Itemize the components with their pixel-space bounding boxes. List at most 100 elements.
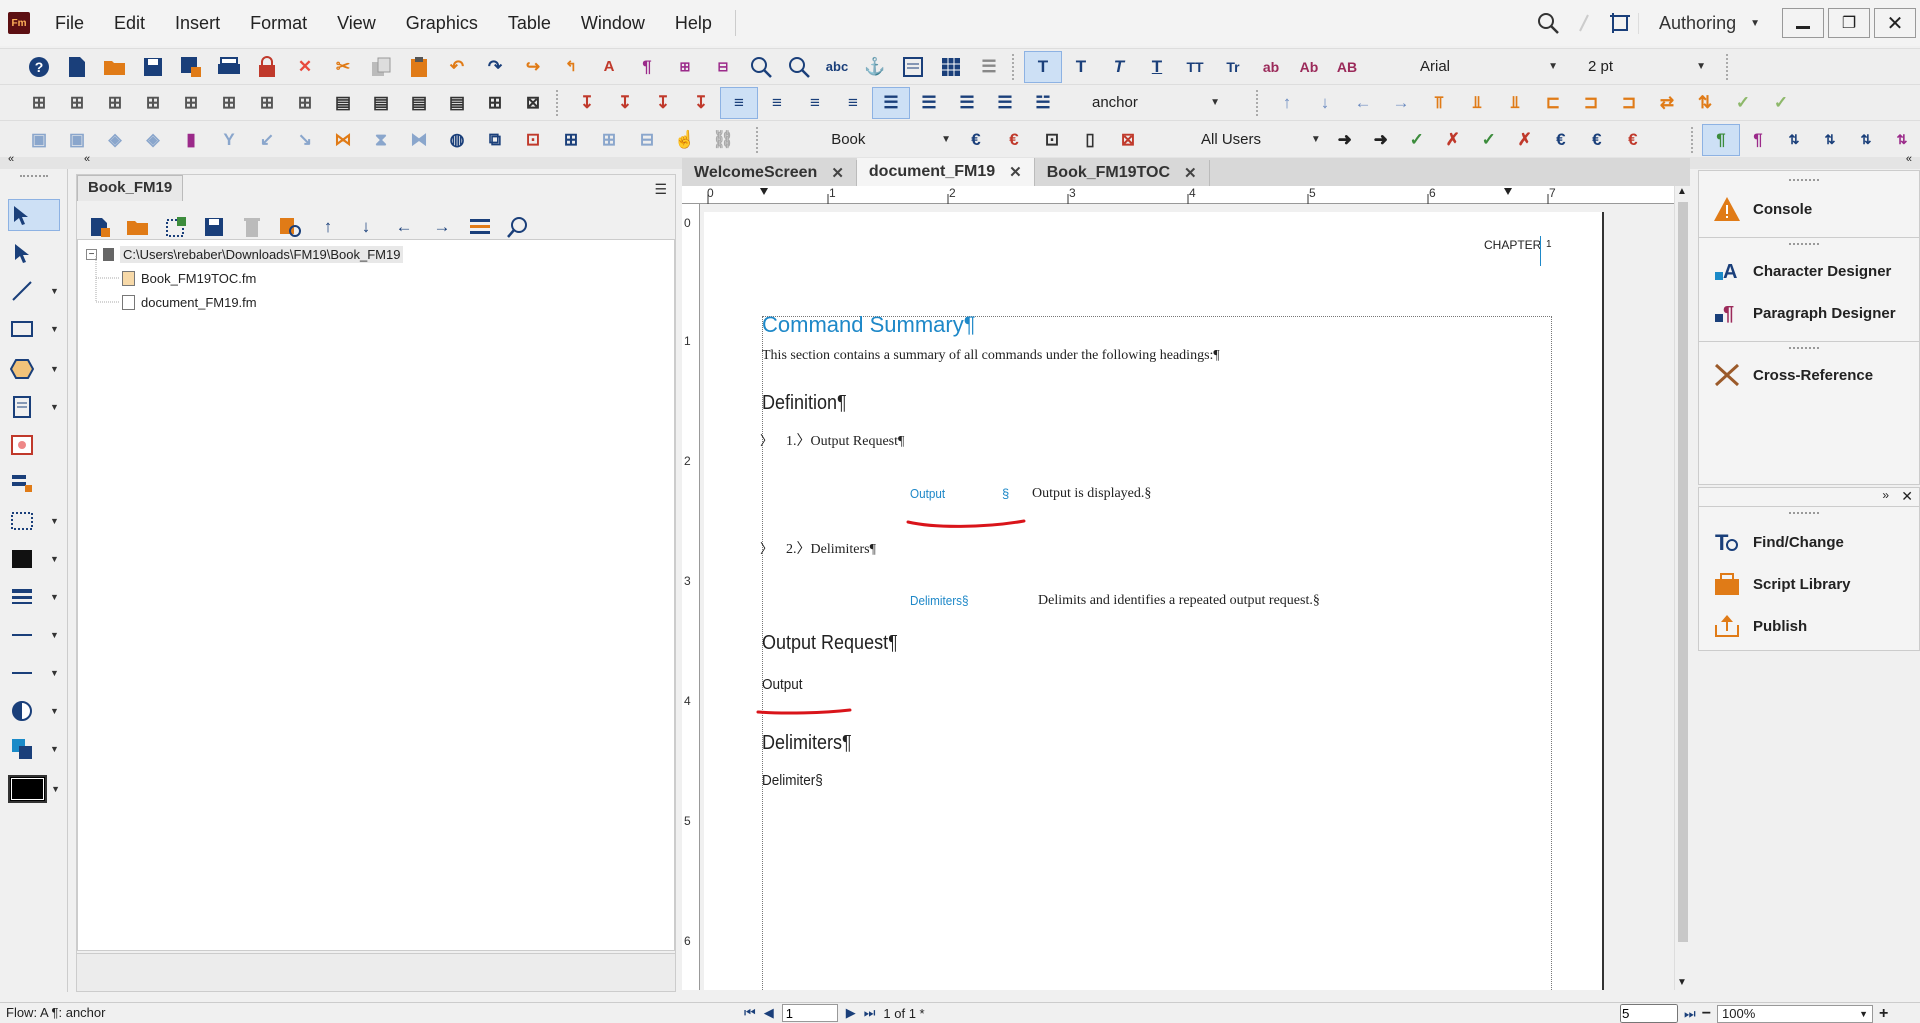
collapse-left-icon[interactable]: « xyxy=(8,153,14,165)
frame-tool[interactable]: ▼ xyxy=(8,505,60,537)
underline-icon[interactable]: T xyxy=(1138,51,1176,83)
join-icon[interactable]: Y xyxy=(210,124,248,156)
panel-grip[interactable] xyxy=(1789,243,1819,247)
spacing-before-icon[interactable]: ☱ xyxy=(1024,87,1062,119)
condition-lock-icon[interactable]: € xyxy=(995,124,1033,156)
reject-change-icon[interactable]: ✗ xyxy=(1435,124,1471,156)
restore-button[interactable]: ❐ xyxy=(1828,8,1870,38)
font-size-select[interactable]: 2 pt ▼ xyxy=(1582,54,1712,80)
char-format-select[interactable]: anchor ▼ xyxy=(1086,90,1226,116)
chevron-down-icon[interactable]: ▼ xyxy=(50,402,59,412)
intro-paragraph[interactable]: This section contains a summary of all c… xyxy=(762,348,1220,364)
character-designer-button[interactable]: A Character Designer xyxy=(1713,257,1891,285)
vertical-ruler[interactable]: 0 1 2 3 4 5 6 xyxy=(682,204,700,990)
para-format-select[interactable]: Book ▼ xyxy=(825,127,957,153)
zoom-out-icon[interactable]: − xyxy=(1702,1005,1711,1023)
pilcrow-purple-icon[interactable]: ¶ xyxy=(1740,124,1776,156)
insert-marker-icon[interactable]: ⊞ xyxy=(666,51,704,83)
align-centers-icon[interactable]: ⊐ xyxy=(1572,87,1610,119)
flip-v-icon[interactable]: ⧗ xyxy=(362,124,400,156)
chevron-down-icon[interactable]: ▼ xyxy=(50,668,59,678)
check-reject-icon[interactable]: ✓ xyxy=(1762,87,1800,119)
show-hide-icon[interactable]: ⊡ xyxy=(1033,124,1071,156)
spacing-custom-icon[interactable]: ☰ xyxy=(986,87,1024,119)
table-border-all-icon[interactable]: ⊞ xyxy=(476,87,514,119)
align-objects-icon[interactable]: ⊞ xyxy=(552,124,590,156)
definition-term-delimiters[interactable]: Delimiters§ xyxy=(910,593,969,608)
zoom-in-icon[interactable] xyxy=(742,51,780,83)
first-page-icon[interactable]: ⏮ xyxy=(744,1005,756,1021)
move-down-icon[interactable]: ↓ xyxy=(1306,87,1344,119)
zoom-out-icon[interactable] xyxy=(780,51,818,83)
move-right-icon[interactable]: → xyxy=(1382,87,1420,119)
align-middles-icon[interactable]: ⫫ xyxy=(1458,87,1496,119)
toolbar-grip[interactable] xyxy=(556,89,564,116)
italic-icon[interactable]: T xyxy=(1100,51,1138,83)
line-width-tool[interactable]: ▼ xyxy=(8,581,60,613)
list-format-icon[interactable]: ☰ xyxy=(970,51,1008,83)
rectangle-tool[interactable]: ▼ xyxy=(8,313,60,345)
definition-desc-output[interactable]: Output is displayed.§ xyxy=(1032,486,1151,502)
last-page-icon[interactable]: ⏭ xyxy=(864,1005,876,1021)
console-panel-button[interactable]: Console xyxy=(1713,195,1812,223)
find-change-button[interactable]: T Find/Change xyxy=(1713,528,1844,556)
chevron-down-icon[interactable]: ▼ xyxy=(50,364,59,374)
save-icon[interactable] xyxy=(134,51,172,83)
group-icon[interactable]: ▣ xyxy=(20,124,58,156)
minimize-button[interactable] xyxy=(1782,8,1824,38)
align-tops-icon[interactable]: ⫪ xyxy=(1420,87,1458,119)
accept-all-icon[interactable]: ✓ xyxy=(1471,124,1507,156)
page-icon[interactable]: ▯ xyxy=(1071,124,1109,156)
insert-table-icon[interactable]: ⊟ xyxy=(704,51,742,83)
help-icon[interactable]: ? xyxy=(20,51,58,83)
align-lefts-icon[interactable]: ⊏ xyxy=(1534,87,1572,119)
table-icon[interactable] xyxy=(932,51,970,83)
spacing-1-5-icon[interactable]: ☰ xyxy=(910,87,948,119)
page-title[interactable]: Command Summary¶ xyxy=(762,312,976,338)
align-left-icon[interactable]: ≡ xyxy=(720,86,758,119)
tab-right-icon[interactable]: ↧ xyxy=(644,87,682,119)
palette-grip[interactable] xyxy=(20,175,48,177)
save-as-icon[interactable] xyxy=(172,51,210,83)
toolbar-grip[interactable] xyxy=(1726,53,1734,80)
output-text[interactable]: Output xyxy=(762,676,803,693)
tint-tool[interactable]: ▼ xyxy=(8,695,60,727)
table-insert-col-icon[interactable]: ⊞ xyxy=(248,87,286,119)
book-tab[interactable]: Book_FM19 xyxy=(77,175,184,201)
tab-center-icon[interactable]: ↧ xyxy=(606,87,644,119)
lock-icon[interactable] xyxy=(248,51,286,83)
paste-icon[interactable] xyxy=(400,51,438,83)
lowercase-icon[interactable]: ab xyxy=(1252,51,1290,83)
chevron-down-icon[interactable]: ▼ xyxy=(50,744,59,754)
dash-tool[interactable]: ▼ xyxy=(8,657,60,689)
panel-grip[interactable] xyxy=(1789,347,1819,351)
header-chapter[interactable]: CHAPTER xyxy=(1484,238,1541,252)
text-line-tool[interactable] xyxy=(8,467,60,499)
new-document-icon[interactable] xyxy=(58,51,96,83)
sort-alpha-icon[interactable]: ⇅ xyxy=(1848,124,1884,156)
chevron-down-icon[interactable]: ▼ xyxy=(50,324,59,334)
preview-accept-icon[interactable]: € xyxy=(1543,124,1579,156)
insert-variable-icon[interactable]: ↰ xyxy=(552,51,590,83)
delimiter-text[interactable]: Delimiter§ xyxy=(762,772,823,789)
align-center-icon[interactable]: ≡ xyxy=(758,87,796,119)
clear-condition-icon[interactable]: ⊠ xyxy=(1109,124,1147,156)
user-filter-select[interactable]: All Users ▼ xyxy=(1195,127,1327,153)
chevron-down-icon[interactable]: ▼ xyxy=(50,286,59,296)
reshape-icon[interactable]: ↙ xyxy=(248,124,286,156)
header-chapter-number[interactable]: 1 xyxy=(1546,239,1552,250)
chevron-down-icon[interactable]: ▼ xyxy=(51,784,60,794)
close-icon[interactable]: ✕ xyxy=(1901,488,1913,505)
chevron-down-icon[interactable]: ▼ xyxy=(50,706,59,716)
align-rights-icon[interactable]: ⊐ xyxy=(1610,87,1648,119)
close-icon[interactable]: ✕ xyxy=(1184,164,1197,182)
polygon-tool[interactable]: ▼ xyxy=(8,353,60,385)
unsmooth-icon[interactable]: ⋈ xyxy=(324,124,362,156)
accept-change-icon[interactable]: ✓ xyxy=(1399,124,1435,156)
close-icon[interactable]: ✕ xyxy=(1009,163,1022,181)
scale-icon[interactable]: ⧉ xyxy=(476,124,514,156)
menu-insert[interactable]: Insert xyxy=(160,0,235,46)
gravity-icon[interactable]: ⊞ xyxy=(590,124,628,156)
close-icon[interactable]: ✕ xyxy=(831,164,844,182)
table-top-border-icon[interactable]: ▤ xyxy=(362,87,400,119)
